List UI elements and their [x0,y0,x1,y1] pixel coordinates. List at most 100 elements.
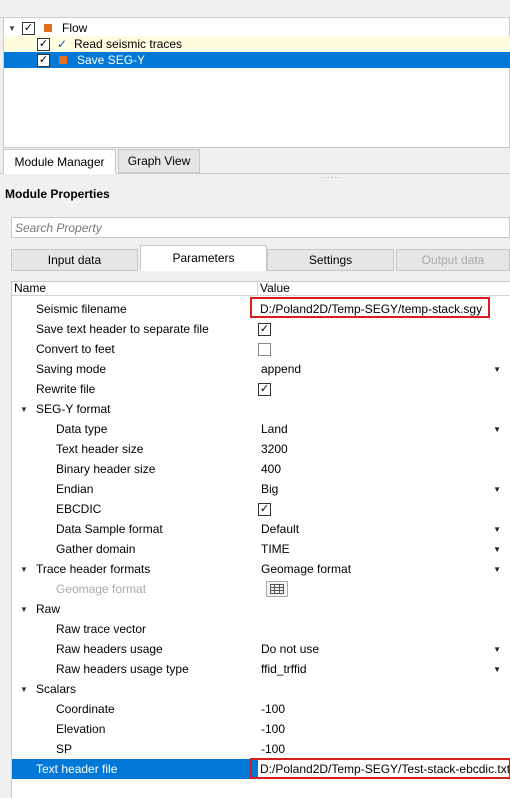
endian-text: Big [261,482,279,496]
row-geomage-format[interactable]: Geomage format [12,579,510,599]
save-text-header-checkbox[interactable]: ✓ [258,322,271,336]
grid-header-name: Name [14,281,47,295]
row-ebcdic[interactable]: EBCDIC ✓ [12,499,510,519]
tree-row-flow[interactable]: ▼ ✓ Flow [4,20,510,36]
flow-square-icon [44,24,52,32]
convert-to-feet-checkbox[interactable] [258,342,271,356]
chevron-down-icon[interactable]: ▼ [493,519,501,539]
rewrite-file-label: Rewrite file [36,382,96,396]
module-properties-title: Module Properties [5,187,110,201]
view-tabs: Module Manager Graph View [0,148,510,174]
text-header-size-value[interactable]: 3200 [258,439,510,459]
grid-header-value: Value [257,282,510,296]
ebcdic-checkbox[interactable]: ✓ [258,502,271,516]
row-endian[interactable]: Endian Big ▼ [12,479,510,499]
group-scalars[interactable]: ▼ Scalars [12,679,510,699]
save-segy-square-icon [59,56,67,64]
table-grid-icon[interactable] [266,581,288,597]
tree-row-read-seismic-traces[interactable]: ✓ ✓ Read seismic traces [4,36,510,52]
saving-mode-label: Saving mode [36,362,107,376]
tab-input-data[interactable]: Input data [11,249,138,271]
trace-header-formats-select[interactable]: Geomage format ▼ [258,559,510,579]
trace-header-formats-label: Trace header formats [36,562,151,576]
elevation-value[interactable]: -100 [258,719,510,739]
tree-row-save-segy[interactable]: ✓ Save SEG-Y [4,52,510,68]
rewrite-file-checkbox[interactable]: ✓ [258,382,271,396]
row-rewrite-file[interactable]: Rewrite file ✓ [12,379,510,399]
raw-headers-usage-select[interactable]: Do not use ▼ [258,639,510,659]
chevron-down-icon[interactable]: ▼ [493,539,501,559]
chevron-down-icon[interactable]: ▼ [493,359,501,379]
read-seismic-label: Read seismic traces [74,37,183,51]
raw-headers-usage-text: Do not use [261,642,320,656]
row-convert-to-feet[interactable]: Convert to feet [12,339,510,359]
sp-value[interactable]: -100 [258,739,510,759]
text-header-file-highlight [250,758,510,779]
row-sp[interactable]: SP -100 [12,739,510,759]
row-data-type[interactable]: Data type Land ▼ [12,419,510,439]
tab-output-data[interactable]: Output data [396,249,510,271]
collapse-arrow-icon[interactable]: ▼ [20,599,28,619]
raw-headers-usage-type-select[interactable]: ffid_trffid ▼ [258,659,510,679]
data-type-text: Land [261,422,288,436]
coordinate-value[interactable]: -100 [258,699,510,719]
chevron-down-icon[interactable]: ▼ [493,479,501,499]
text-header-file-label: Text header file [36,762,118,776]
binary-header-size-text: 400 [261,462,282,476]
group-raw[interactable]: ▼ Raw [12,599,510,619]
scalars-label: Scalars [36,682,77,696]
row-raw-headers-usage-type[interactable]: Raw headers usage type ffid_trffid ▼ [12,659,510,679]
gather-domain-select[interactable]: TIME ▼ [258,539,510,559]
gather-domain-text: TIME [261,542,290,556]
row-raw-headers-usage[interactable]: Raw headers usage Do not use ▼ [12,639,510,659]
text-header-size-label: Text header size [56,442,144,456]
flow-checkbox[interactable]: ✓ [22,21,35,35]
collapse-arrow-icon[interactable]: ▼ [20,679,28,699]
chevron-down-icon[interactable]: ▼ [493,639,501,659]
sp-label: SP [56,742,73,756]
group-trace-header-formats[interactable]: ▼ Trace header formats Geomage format ▼ [12,559,510,579]
raw-headers-usage-type-label: Raw headers usage type [56,662,189,676]
chevron-down-icon[interactable]: ▼ [493,419,501,439]
row-data-sample-format[interactable]: Data Sample format Default ▼ [12,519,510,539]
binary-header-size-value[interactable]: 400 [258,459,510,479]
row-coordinate[interactable]: Coordinate -100 [12,699,510,719]
data-sample-format-select[interactable]: Default ▼ [258,519,510,539]
tab-parameters[interactable]: Parameters [140,245,267,271]
expand-arrow-icon[interactable]: ▼ [7,23,17,33]
tab-settings[interactable]: Settings [267,249,394,271]
coordinate-text: -100 [261,702,286,716]
saving-mode-text: append [261,362,302,376]
convert-to-feet-label: Convert to feet [36,342,115,356]
row-binary-header-size[interactable]: Binary header size 400 [12,459,510,479]
read-seismic-checkbox[interactable]: ✓ [37,37,50,51]
flow-tree: ▼ ✓ Flow ✓ ✓ Read seismic traces ✓ Save … [3,18,510,148]
row-save-text-header[interactable]: Save text header to separate file ✓ [12,319,510,339]
endian-select[interactable]: Big ▼ [258,479,510,499]
ebcdic-value: ✓ [258,499,510,519]
row-saving-mode[interactable]: Saving mode append ▼ [12,359,510,379]
chevron-down-icon[interactable]: ▼ [493,659,501,679]
row-gather-domain[interactable]: Gather domain TIME ▼ [12,539,510,559]
chevron-down-icon[interactable]: ▼ [493,559,501,579]
search-property-input[interactable]: Search Property [11,217,510,238]
row-raw-trace-vector[interactable]: Raw trace vector [12,619,510,639]
save-text-header-value: ✓ [258,319,510,339]
tab-module-manager[interactable]: Module Manager [3,149,116,174]
data-type-select[interactable]: Land ▼ [258,419,510,439]
check-mark-icon: ✓ [56,37,68,51]
data-sample-format-label: Data Sample format [56,522,163,536]
seismic-filename-label: Seismic filename [36,302,127,316]
row-elevation[interactable]: Elevation -100 [12,719,510,739]
save-segy-checkbox[interactable]: ✓ [37,53,50,67]
tab-graph-view[interactable]: Graph View [118,149,200,173]
geomage-format-value [258,579,510,599]
saving-mode-select[interactable]: append ▼ [258,359,510,379]
collapse-arrow-icon[interactable]: ▼ [20,559,28,579]
properties-tabs: Input data Parameters Settings Output da… [11,245,510,271]
elevation-text: -100 [261,722,286,736]
group-segy-format[interactable]: ▼ SEG-Y format [12,399,510,419]
row-text-header-size[interactable]: Text header size 3200 [12,439,510,459]
splitter-grip-icon[interactable]: ······ [320,174,341,182]
collapse-arrow-icon[interactable]: ▼ [20,399,28,419]
